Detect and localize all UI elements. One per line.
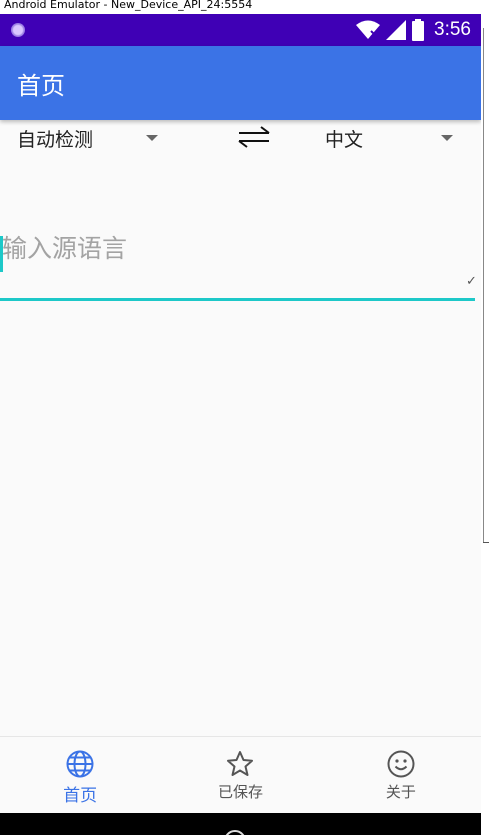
status-indicators: 3:56 — [356, 18, 471, 42]
window-edge — [481, 14, 489, 835]
status-time: 3:56 — [434, 19, 471, 40]
cell-signal-icon — [386, 20, 407, 40]
nav-item-about[interactable]: 关于 — [321, 737, 481, 813]
source-text-input[interactable] — [0, 226, 470, 270]
nav-label-saved: 已保存 — [217, 783, 263, 801]
star-icon — [227, 751, 254, 776]
nav-label-about: 关于 — [385, 783, 416, 801]
notification-dot-icon — [11, 23, 25, 37]
target-language-dropdown[interactable]: 中文 — [325, 125, 363, 152]
bottom-navigation: 首页 已保存 关于 — [0, 736, 481, 813]
swap-languages-icon[interactable] — [236, 124, 272, 150]
wifi-icon — [356, 20, 381, 39]
source-text-area: ✓ — [0, 214, 481, 314]
nav-item-home[interactable]: 首页 — [0, 737, 160, 813]
nav-item-saved[interactable]: 已保存 — [160, 737, 320, 813]
chevron-down-icon[interactable] — [441, 135, 453, 141]
nav-label-home: 首页 — [63, 786, 98, 806]
source-language-dropdown[interactable]: 自动检测 — [17, 125, 93, 152]
status-bar: 3:56 — [0, 14, 481, 46]
divider — [483, 542, 489, 543]
check-icon: ✓ — [466, 274, 477, 289]
smiley-icon — [387, 750, 415, 778]
system-navigation-bar — [0, 813, 481, 835]
input-underline — [0, 298, 475, 301]
battery-icon — [412, 19, 425, 41]
device-screen: 3:56 首页 自动检测 中文 ✓ 首页 — [0, 14, 481, 835]
globe-icon — [66, 750, 94, 778]
page-title: 首页 — [17, 72, 65, 100]
emulator-window-title: Android Emulator - New_Device_API_24:555… — [0, 0, 489, 14]
language-selector-row: 自动检测 中文 — [0, 120, 481, 156]
app-bar: 首页 — [0, 46, 481, 120]
divider — [483, 28, 484, 543]
home-button[interactable] — [224, 830, 246, 835]
chevron-down-icon[interactable] — [146, 135, 158, 141]
